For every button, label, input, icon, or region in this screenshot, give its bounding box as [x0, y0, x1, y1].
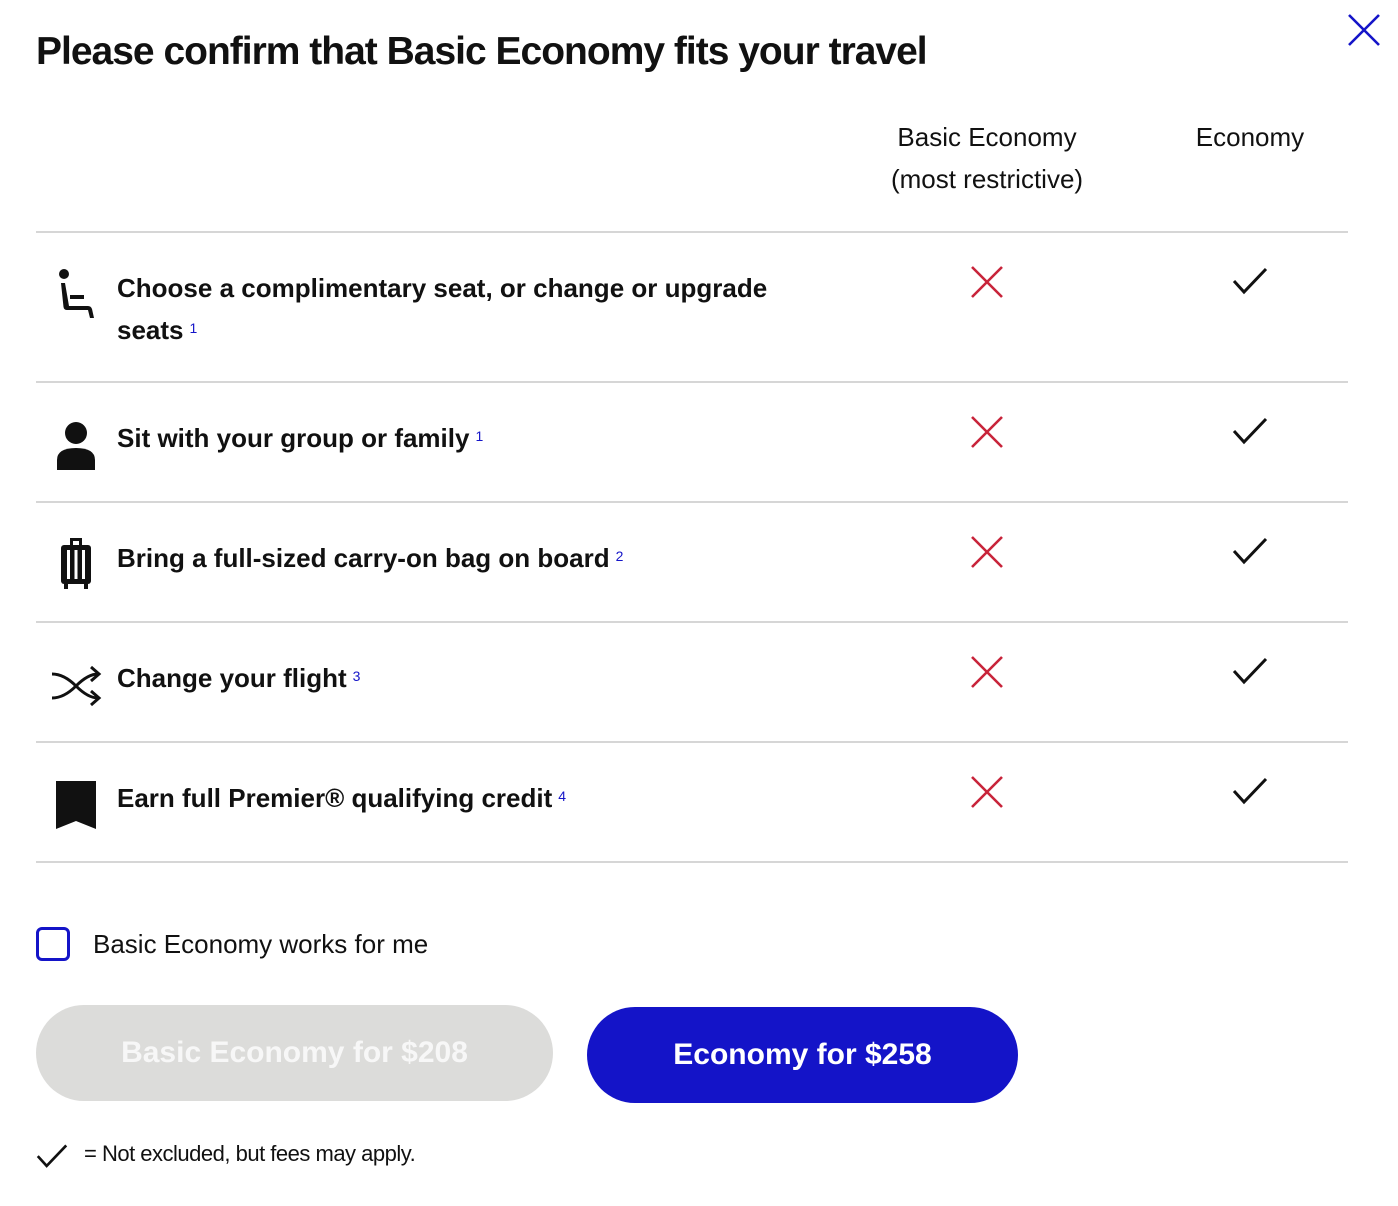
row-label: Sit with your group or family 1 [117, 423, 484, 453]
divider [36, 381, 1348, 383]
shuffle-icon [51, 665, 102, 707]
footnote-marker[interactable]: 3 [353, 668, 361, 684]
legend-text: = Not excluded, but fees may apply. [84, 1141, 416, 1166]
row-icon-shuffle [50, 664, 102, 708]
row-icon-bookmark [50, 780, 102, 830]
basic-economy-column-header: Basic Economy (most restrictive) [857, 116, 1117, 200]
check-icon [1232, 657, 1268, 685]
row-icon-seat [50, 268, 102, 320]
check-icon [1232, 537, 1268, 565]
cross-icon [971, 266, 1003, 298]
economy-column-header: Economy [1195, 122, 1305, 152]
divider [36, 621, 1348, 623]
person-icon [57, 422, 95, 470]
basic-economy-column-title: Basic Economy [897, 122, 1077, 152]
divider [36, 501, 1348, 503]
divider [36, 861, 1348, 863]
cross-icon [971, 536, 1003, 568]
row-icon-luggage [50, 538, 102, 590]
economy-button[interactable]: Economy for $258 [587, 1007, 1018, 1103]
cross-icon [971, 656, 1003, 688]
footnote-marker[interactable]: 2 [616, 548, 624, 564]
footnote-marker[interactable]: 4 [558, 788, 566, 804]
row-label: Earn full Premier® qualifying credit 4 [117, 783, 567, 813]
row-label: Choose a complimentary seat, or change o… [117, 273, 768, 345]
basic-economy-button[interactable]: Basic Economy for $208 [36, 1005, 553, 1101]
basic-economy-confirm-label[interactable]: Basic Economy works for me [93, 923, 428, 965]
check-icon [36, 1144, 68, 1168]
divider [36, 231, 1348, 233]
check-icon [1232, 417, 1268, 445]
bookmark-icon [56, 781, 96, 829]
cross-icon [971, 416, 1003, 448]
basic-economy-confirm-checkbox[interactable] [36, 927, 70, 961]
row-label: Bring a full-sized carry-on bag on board… [117, 543, 624, 573]
basic-economy-column-subtitle: (most restrictive) [890, 164, 1084, 194]
check-icon [1232, 777, 1268, 805]
close-icon[interactable] [1346, 12, 1382, 48]
luggage-icon [61, 538, 91, 589]
seat-icon [59, 269, 94, 318]
footnote-marker[interactable]: 1 [475, 428, 483, 444]
check-icon [1232, 267, 1268, 295]
footnote-marker[interactable]: 1 [190, 320, 198, 336]
divider [36, 741, 1348, 743]
row-label: Change your flight 3 [117, 663, 361, 693]
cross-icon [971, 776, 1003, 808]
row-icon-person [50, 420, 102, 470]
dialog-title: Please confirm that Basic Economy fits y… [36, 30, 928, 73]
